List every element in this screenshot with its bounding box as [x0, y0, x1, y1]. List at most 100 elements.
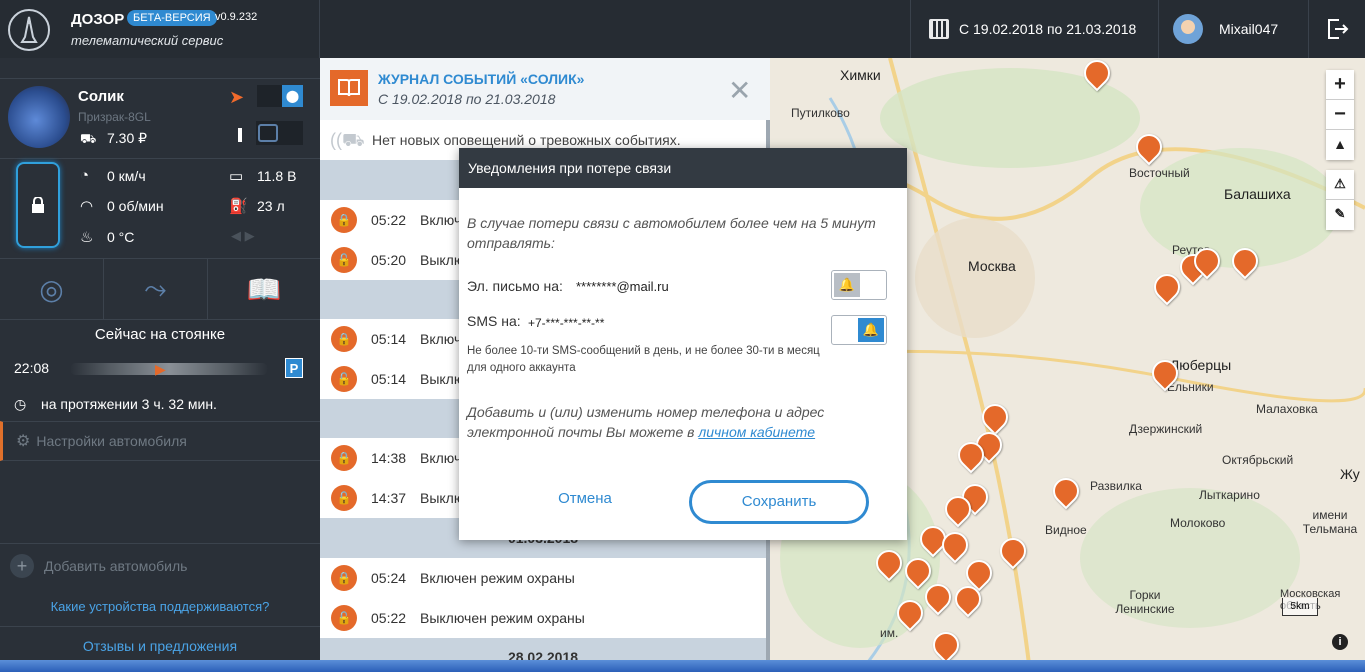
map-label: Люберцы	[1170, 357, 1232, 373]
feedback-link[interactable]: Отзывы и предложения	[0, 638, 320, 654]
date-range-picker[interactable]: С 19.02.2018 по 21.03.2018	[910, 0, 1158, 58]
location-pin-icon[interactable]: ⬤	[282, 85, 303, 107]
user-menu[interactable]: Mixail047	[1158, 0, 1308, 58]
car-settings-label: Настройки автомобиля	[36, 433, 187, 449]
info-icon[interactable]: i	[1332, 634, 1348, 650]
map-label: им.	[880, 626, 899, 640]
event-text: Выклю	[420, 252, 465, 268]
email-toggle[interactable]: 🔔	[831, 270, 887, 300]
car-settings-link[interactable]: ⚙ Настройки автомобиля	[0, 421, 320, 461]
wallet-icon: ⛟	[80, 131, 97, 146]
turn-signals-icon: ◀ ▶	[231, 228, 255, 243]
map-label: Восточный	[1129, 166, 1190, 180]
date-range-label: С 19.02.2018 по 21.03.2018	[959, 21, 1137, 37]
timeline-slider[interactable]	[70, 363, 268, 375]
lock-icon: 🔒	[331, 326, 357, 352]
tab-route[interactable]: ⤳	[104, 258, 208, 320]
dialog-intro: В случае потери связи с автомобилем боле…	[467, 215, 876, 251]
gauges-icon: ◎	[39, 273, 64, 305]
map-label: Молоково	[1170, 516, 1226, 530]
bell-icon: 🔔	[858, 318, 884, 342]
map-marker[interactable]	[936, 526, 974, 566]
unlock-icon: 🔓	[331, 485, 357, 511]
map-marker[interactable]	[949, 580, 987, 620]
add-car-button[interactable]: + Добавить автомобиль	[10, 554, 187, 578]
map-marker[interactable]	[939, 490, 977, 530]
map-marker[interactable]	[994, 532, 1032, 572]
map-label: Дзержинский	[1129, 422, 1203, 436]
app-logo-icon[interactable]	[8, 9, 50, 51]
gear-icon: ⚙	[16, 433, 31, 450]
map-marker[interactable]	[1226, 242, 1264, 282]
journal-date-range: С 19.02.2018 по 21.03.2018	[378, 91, 556, 107]
ruler-icon[interactable]: ⚠	[1326, 170, 1354, 200]
map-tools: ⚠ ✎	[1326, 170, 1354, 230]
temperature-value: 0 °C	[107, 229, 135, 245]
map-label: Жу	[1340, 466, 1360, 482]
map-marker[interactable]	[952, 436, 990, 476]
map-marker[interactable]	[919, 578, 957, 618]
car-name: Солик	[78, 88, 124, 105]
avatar	[1173, 14, 1203, 44]
tab-journal[interactable]: 📖	[208, 258, 320, 320]
map-marker[interactable]	[891, 594, 929, 634]
dialog-title: Уведомления при потере связи	[459, 148, 907, 188]
route-icon: ⤳	[144, 272, 167, 304]
map-marker[interactable]	[1148, 268, 1186, 308]
car-lock-button[interactable]	[16, 162, 60, 248]
map-label: Горки Ленинские	[1115, 588, 1175, 616]
parking-duration: на протяжении 3 ч. 32 мин.	[41, 396, 217, 412]
divider	[0, 158, 320, 159]
zoom-in-button[interactable]: +	[1326, 70, 1354, 100]
car-model: Призрак-8GL	[78, 110, 151, 124]
rpm-value: 0 об/мин	[107, 198, 164, 214]
map-marker[interactable]	[870, 544, 908, 584]
layers-icon[interactable]: ✎	[1326, 200, 1354, 230]
map-label: Октябрьский	[1222, 453, 1294, 467]
divider	[0, 543, 320, 544]
sms-toggle[interactable]: 🔔	[831, 315, 887, 345]
map-marker[interactable]	[1047, 472, 1085, 512]
logout-button[interactable]	[1308, 0, 1365, 58]
zoom-out-button[interactable]: −	[1326, 100, 1354, 130]
close-icon[interactable]: ✕	[728, 74, 751, 107]
account-link[interactable]: личном кабинете	[698, 424, 815, 440]
save-button[interactable]: Сохранить	[689, 480, 869, 524]
voltage-value: 11.8 В	[257, 168, 297, 184]
event-row[interactable]: 🔓 05:22 Выключен режим охраны	[320, 598, 766, 638]
sms-value: +7-***-***-**-**	[528, 316, 605, 330]
event-time: 05:20	[371, 252, 407, 268]
map-label: Видное	[1045, 523, 1087, 537]
map-label: Москва	[968, 258, 1016, 274]
map-marker[interactable]	[1130, 128, 1168, 168]
compass-icon[interactable]: ▲	[1326, 130, 1354, 160]
add-car-label: Добавить автомобиль	[44, 558, 188, 574]
car-avatar[interactable]	[8, 86, 70, 148]
event-text: Включен режим охраны	[420, 570, 575, 586]
map-marker[interactable]	[1188, 242, 1226, 282]
event-time: 05:14	[371, 331, 407, 347]
map-marker[interactable]	[1146, 354, 1184, 394]
map-label: Лыткарино	[1199, 488, 1260, 502]
event-time: 05:14	[371, 371, 407, 387]
event-row[interactable]: 🔒 05:24 Включен режим охраны	[320, 558, 766, 598]
event-text: Включ	[420, 212, 462, 228]
map-marker[interactable]	[1078, 58, 1116, 94]
unlock-icon: 🔓	[331, 605, 357, 631]
map-label: имени Тельмана	[1302, 508, 1358, 536]
beta-badge: БЕТА-ВЕРСИЯ	[127, 10, 217, 26]
plus-icon: +	[10, 554, 34, 578]
clock-icon: ◷	[14, 396, 27, 412]
navigation-arrow-icon: ➤	[229, 87, 245, 107]
event-time: 05:22	[371, 212, 407, 228]
sms-label: SMS на:	[467, 313, 521, 329]
map-label: Малаховка	[1256, 402, 1318, 416]
no-alerts-text: Нет новых оповещений о тревожных события…	[372, 132, 681, 148]
supported-devices-link[interactable]: Какие устройства поддерживаются?	[0, 599, 320, 614]
tab-dashboard[interactable]: ◎	[0, 258, 104, 320]
cancel-button[interactable]: Отмена	[545, 490, 625, 507]
lock-icon	[32, 197, 44, 213]
map-scale: 5km	[1282, 598, 1318, 616]
timeline-marker-icon[interactable]: ▶	[155, 361, 166, 378]
fuel-value: 23 л	[257, 198, 285, 214]
